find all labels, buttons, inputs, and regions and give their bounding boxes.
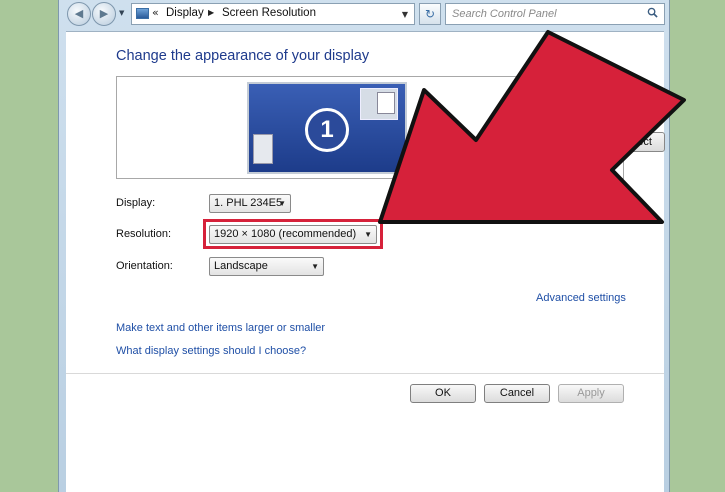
advanced-settings-link[interactable]: Advanced settings	[536, 292, 626, 304]
monitor-1-preview[interactable]: 1	[247, 82, 407, 174]
mini-window-inner	[377, 92, 395, 114]
address-dropdown-icon[interactable]: ▼	[402, 10, 408, 19]
text-size-link[interactable]: Make text and other items larger or smal…	[116, 322, 325, 334]
orientation-select[interactable]: Landscape ▼	[209, 257, 324, 276]
breadcrumb-display[interactable]: Display	[166, 7, 204, 19]
ok-button[interactable]: OK	[410, 384, 476, 403]
breadcrumb-screen-resolution[interactable]: Screen Resolution	[222, 7, 316, 19]
history-chevron-icon[interactable]: «	[152, 6, 159, 19]
display-help-link[interactable]: What display settings should I choose?	[116, 345, 306, 357]
display-value: 1. PHL 234E5	[214, 197, 283, 209]
mini-taskbar-icon	[253, 134, 273, 164]
display-label: Display:	[116, 197, 156, 209]
search-box[interactable]	[445, 3, 665, 25]
orientation-value: Landscape	[214, 260, 268, 272]
detect-button[interactable]: Detect	[607, 132, 665, 152]
chevron-down-icon: ▼	[311, 262, 319, 271]
orientation-label: Orientation:	[116, 260, 173, 272]
display-select[interactable]: 1. PHL 234E5 ▼	[209, 194, 291, 213]
mini-window-icon	[360, 88, 398, 120]
apply-button[interactable]: Apply	[558, 384, 624, 403]
page-title: Change the appearance of your display	[116, 48, 370, 64]
divider	[66, 373, 664, 374]
resolution-highlight-box	[203, 219, 383, 249]
monitor-preview-area: 1 Detect	[116, 76, 665, 179]
recent-pages-dropdown-icon[interactable]: ▼	[119, 9, 124, 17]
refresh-button[interactable]: ↻	[419, 3, 441, 25]
search-input[interactable]	[446, 4, 636, 24]
screen-resolution-panel: Change the appearance of your display 1 …	[66, 31, 665, 492]
back-button[interactable]: ◀	[67, 2, 91, 26]
forward-button[interactable]: ▶	[92, 2, 116, 26]
control-panel-icon	[136, 8, 149, 19]
address-field[interactable]: « Display ▶ Screen Resolution ▼	[131, 3, 415, 25]
breadcrumb-separator-icon[interactable]: ▶	[208, 8, 214, 17]
resolution-label: Resolution:	[116, 228, 172, 240]
cancel-button[interactable]: Cancel	[484, 384, 550, 403]
monitor-number-badge: 1	[305, 108, 349, 152]
address-bar: ◀ ▶ ▼ « Display ▶ Screen Resolution ▼ ↻	[59, 0, 671, 30]
window-frame: ◀ ▶ ▼ « Display ▶ Screen Resolution ▼ ↻ …	[58, 0, 670, 492]
chevron-down-icon: ▼	[278, 199, 286, 208]
search-icon[interactable]	[647, 7, 658, 18]
